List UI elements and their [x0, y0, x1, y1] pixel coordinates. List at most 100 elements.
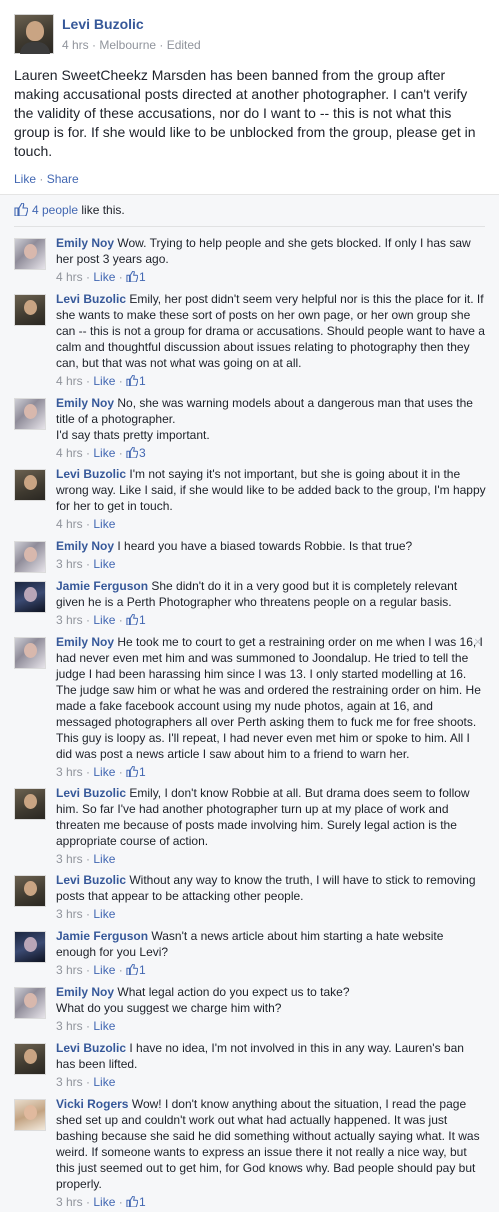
thumbs-up-icon	[126, 964, 139, 975]
comment-like-button[interactable]: Like	[93, 907, 115, 921]
comment-text: Emily Noy Wow. Trying to help people and…	[56, 235, 486, 267]
comment-body: Wow. Trying to help people and she gets …	[56, 236, 471, 266]
comment-text: Levi Buzolic Without any way to know the…	[56, 872, 486, 904]
comment-like-button[interactable]: Like	[93, 446, 115, 460]
commenter-avatar[interactable]	[14, 469, 46, 501]
thumbs-up-icon	[126, 1196, 139, 1207]
comment-body: No, she was warning models about a dange…	[56, 396, 473, 442]
author-avatar[interactable]	[14, 14, 54, 54]
comment-text: Emily Noy What legal action do you expec…	[56, 984, 486, 1016]
comment-like-button[interactable]: Like	[93, 963, 115, 977]
commenter-avatar[interactable]	[14, 294, 46, 326]
commenter-avatar[interactable]	[14, 788, 46, 820]
comment-like-button[interactable]: Like	[93, 1019, 115, 1033]
commenter-avatar[interactable]	[14, 581, 46, 613]
comment-like-count[interactable]: 1	[126, 765, 146, 779]
commenter-name[interactable]: Emily Noy	[56, 539, 114, 553]
commenter-name[interactable]: Levi Buzolic	[56, 873, 126, 887]
comment-like-button[interactable]: Like	[93, 1195, 115, 1209]
commenter-avatar[interactable]	[14, 238, 46, 270]
comment-body: I heard you have a biased towards Robbie…	[117, 539, 413, 553]
commenter-name[interactable]: Vicki Rogers	[56, 1097, 128, 1111]
commenter-name[interactable]: Emily Noy	[56, 236, 114, 250]
comment-like-button[interactable]: Like	[93, 374, 115, 388]
comment-text: Vicki Rogers Wow! I don't know anything …	[56, 1096, 486, 1192]
comment-meta: 4 hrs · Like · 1	[56, 270, 146, 284]
comment-like-count[interactable]: 1	[126, 963, 146, 977]
comment-meta: 3 hrs · Like · 1	[56, 613, 146, 627]
post-share-button[interactable]: Share	[47, 172, 79, 186]
comment-time: 3 hrs	[56, 1019, 83, 1033]
commenter-avatar[interactable]	[14, 931, 46, 963]
comment-time: 4 hrs	[56, 446, 83, 460]
commenter-avatar[interactable]	[14, 637, 46, 669]
thumbs-up-icon	[126, 766, 139, 777]
comment-time: 3 hrs	[56, 557, 83, 571]
commenter-name[interactable]: Emily Noy	[56, 985, 114, 999]
comment-text: Levi Buzolic I'm not saying it's not imp…	[56, 466, 486, 514]
comment-meta: 3 hrs · Like	[56, 1075, 116, 1089]
thumbs-up-icon	[126, 375, 139, 386]
likes-suffix: like this.	[78, 203, 125, 217]
comment-like-count[interactable]: 1	[126, 1195, 146, 1209]
comment-meta: 3 hrs · Like · 1	[56, 765, 146, 779]
comment-time: 3 hrs	[56, 1195, 83, 1209]
commenter-avatar[interactable]	[14, 541, 46, 573]
commenter-name[interactable]: Levi Buzolic	[56, 467, 126, 481]
comment-like-count[interactable]: 1	[126, 613, 146, 627]
like-count-value: 1	[139, 374, 146, 388]
comment-like-count[interactable]: 1	[126, 374, 146, 388]
comment-meta: 4 hrs · Like · 3	[56, 446, 146, 460]
like-count-value: 1	[139, 613, 146, 627]
like-count-value: 1	[139, 270, 146, 284]
commenter-avatar[interactable]	[14, 987, 46, 1019]
comment-time: 3 hrs	[56, 1075, 83, 1089]
post-like-button[interactable]: Like	[14, 172, 36, 186]
like-count-value: 1	[139, 765, 146, 779]
post-author-name[interactable]: Levi Buzolic	[62, 16, 144, 32]
comment-time: 3 hrs	[56, 765, 83, 779]
comment-meta: 3 hrs · Like	[56, 557, 116, 571]
commenter-name[interactable]: Levi Buzolic	[56, 786, 126, 800]
commenter-name[interactable]: Jamie Ferguson	[56, 929, 148, 943]
comment-like-button[interactable]: Like	[93, 557, 115, 571]
comment-time: 4 hrs	[56, 517, 83, 531]
comment-like-button[interactable]: Like	[93, 270, 115, 284]
comment-meta: 3 hrs · Like · 1	[56, 963, 146, 977]
commenter-avatar[interactable]	[14, 875, 46, 907]
comment-like-button[interactable]: Like	[93, 765, 115, 779]
commenter-name[interactable]: Jamie Ferguson	[56, 579, 148, 593]
comment-text: Jamie Ferguson She didn't do it in a ver…	[56, 578, 486, 610]
comment-body: Wow! I don't know anything about the sit…	[56, 1097, 480, 1191]
comment-text: Emily Noy No, she was warning models abo…	[56, 395, 486, 443]
comment-like-count[interactable]: 1	[126, 270, 146, 284]
comment-time: 3 hrs	[56, 613, 83, 627]
comment-meta: 3 hrs · Like	[56, 907, 116, 921]
commenter-avatar[interactable]	[14, 398, 46, 430]
commenter-avatar[interactable]	[14, 1099, 46, 1131]
comment-meta: 3 hrs · Like	[56, 852, 116, 866]
thumbs-up-icon	[14, 203, 28, 216]
comment-meta: 3 hrs · Like · 1	[56, 1195, 146, 1209]
comment-like-button[interactable]: Like	[93, 613, 115, 627]
comment-time: 4 hrs	[56, 270, 83, 284]
comment-like-button[interactable]: Like	[93, 517, 115, 531]
comment-meta: 3 hrs · Like	[56, 1019, 116, 1033]
commenter-name[interactable]: Emily Noy	[56, 635, 114, 649]
comment-like-count[interactable]: 3	[126, 446, 146, 460]
commenter-name[interactable]: Emily Noy	[56, 396, 114, 410]
likes-summary: 4 people like this.	[14, 203, 125, 217]
thumbs-up-icon	[126, 614, 139, 625]
commenter-avatar[interactable]	[14, 1043, 46, 1075]
comment-like-button[interactable]: Like	[93, 852, 115, 866]
likes-count-link[interactable]: 4 people	[32, 203, 78, 217]
thumbs-up-icon	[126, 447, 139, 458]
close-icon[interactable]: ×	[474, 635, 484, 648]
comment-text: Jamie Ferguson Wasn't a news article abo…	[56, 928, 486, 960]
comment-like-button[interactable]: Like	[93, 1075, 115, 1089]
commenter-name[interactable]: Levi Buzolic	[56, 1041, 126, 1055]
like-count-value: 1	[139, 963, 146, 977]
comment-time: 3 hrs	[56, 963, 83, 977]
commenter-name[interactable]: Levi Buzolic	[56, 292, 126, 306]
divider	[14, 226, 485, 227]
